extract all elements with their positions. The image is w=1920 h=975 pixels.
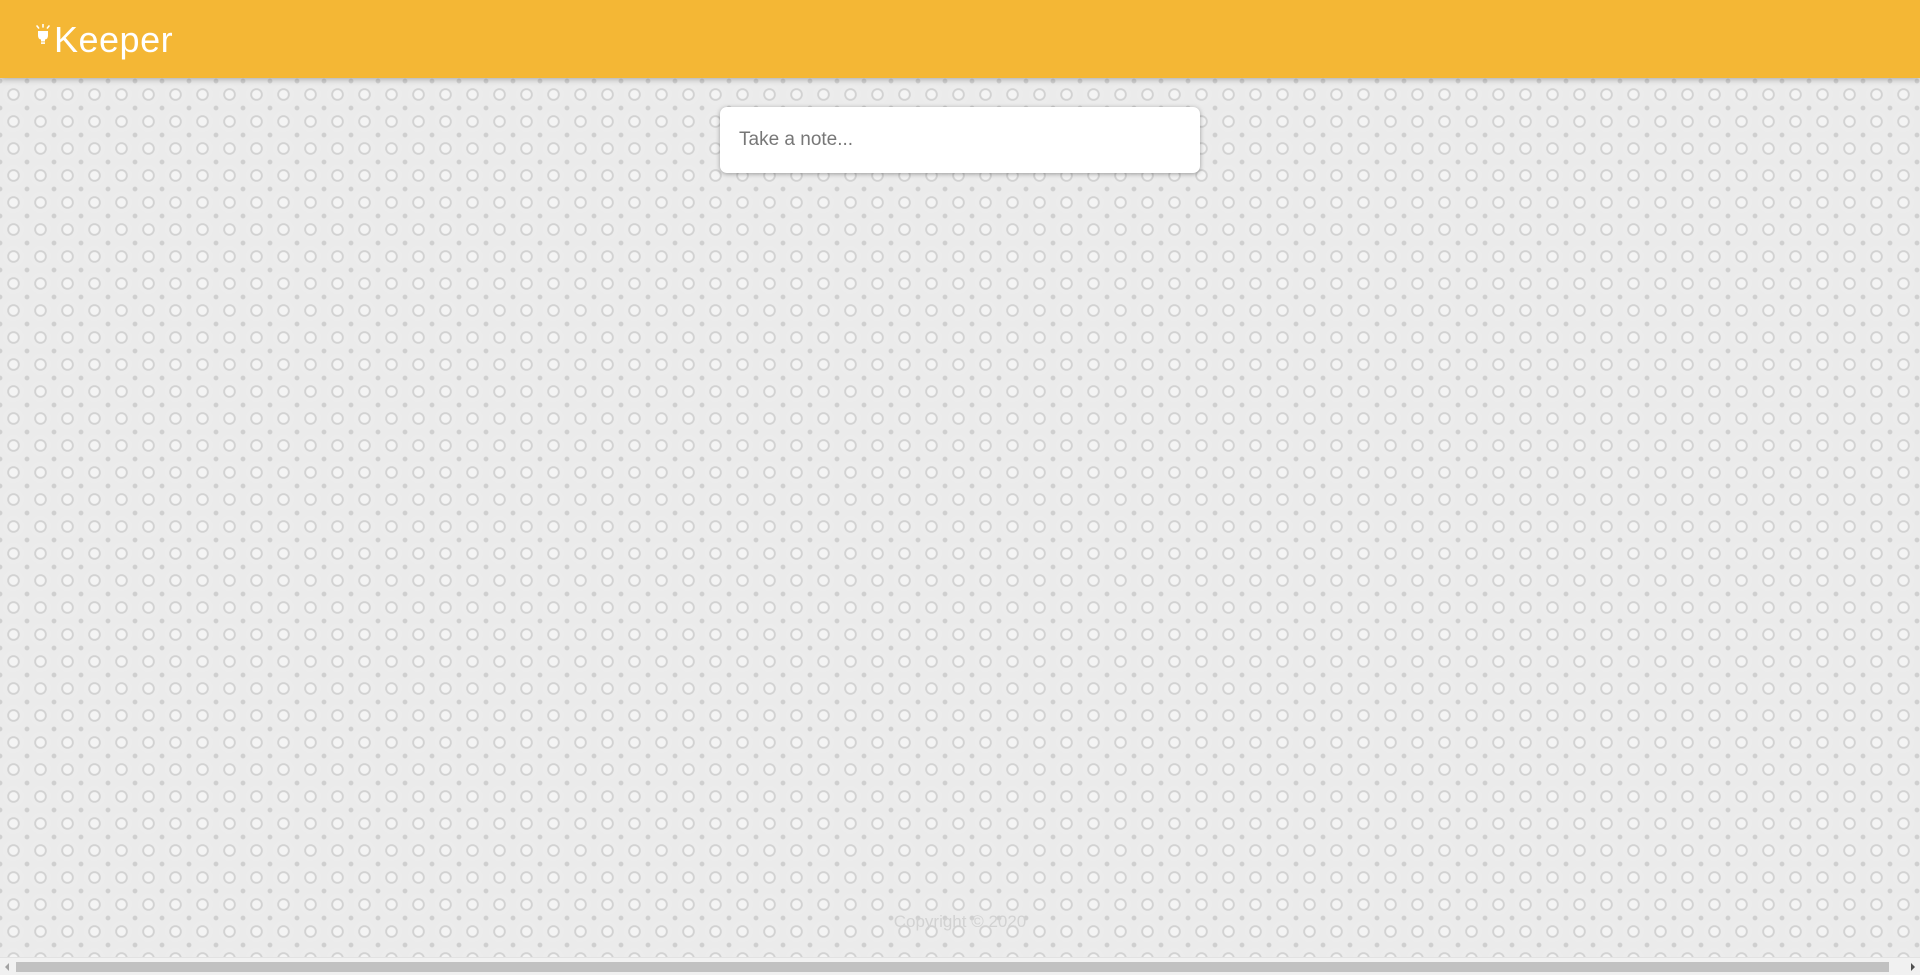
app-header: Keeper [0,0,1920,78]
note-input[interactable] [720,107,1200,173]
scrollbar-thumb[interactable] [16,962,1889,972]
scroll-left-arrow-icon[interactable] [0,958,14,975]
copyright-text: Copyright © 2020 [893,912,1027,931]
footer: Copyright © 2020 [0,912,1920,932]
scroll-right-arrow-icon[interactable] [1906,958,1920,975]
app-title: Keeper [54,19,174,60]
create-note-form [720,107,1200,173]
horizontal-scrollbar[interactable] [0,957,1920,975]
lightbulb-icon [34,23,52,46]
